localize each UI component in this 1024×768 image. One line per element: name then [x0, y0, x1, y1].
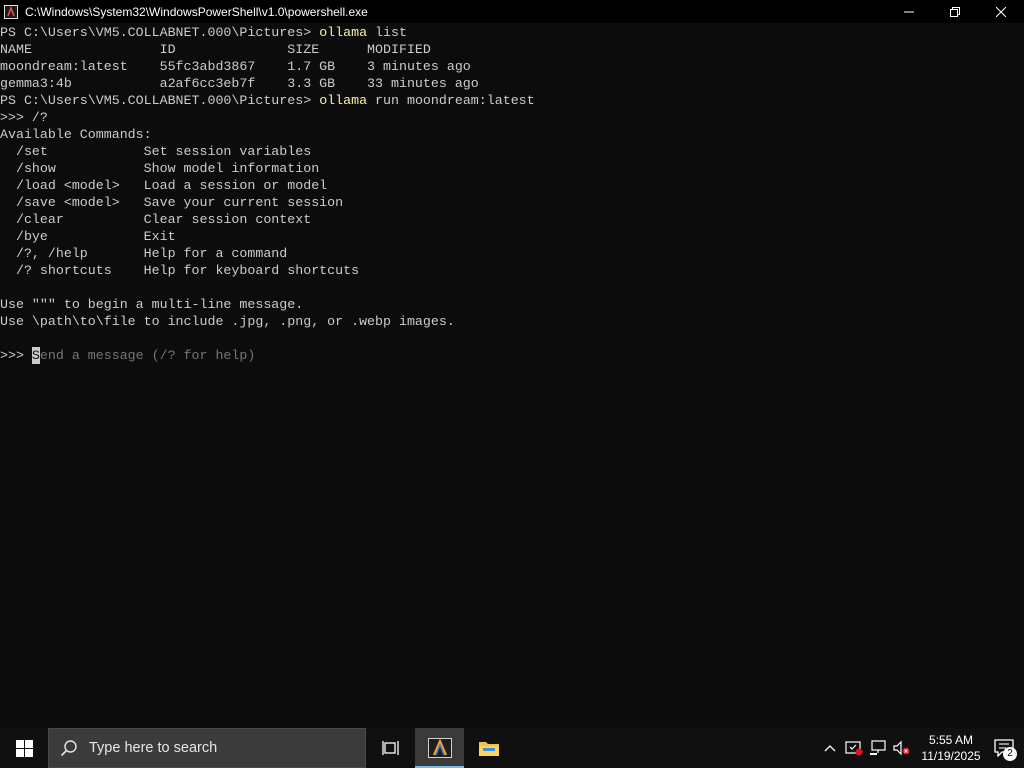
console-line: /load <model> Load a session or model: [0, 178, 328, 193]
taskbar-app-powershell[interactable]: [415, 728, 464, 768]
message-placeholder: end a message (/? for help): [39, 348, 256, 363]
taskbar-clock[interactable]: 5:55 AM 11/19/2025: [918, 732, 984, 764]
console-line: Use \path\to\file to include .jpg, .png,…: [0, 314, 455, 329]
restore-button[interactable]: [932, 0, 978, 23]
security-icon: [845, 741, 863, 756]
powershell-icon: [3, 4, 19, 20]
task-view-icon: [381, 741, 399, 755]
console-output[interactable]: PS C:\Users\VM5.COLLABNET.000\Pictures> …: [0, 23, 1024, 728]
notification-count-badge: 2: [1003, 747, 1017, 761]
input-prompt-line[interactable]: >>> Send a message (/? for help): [0, 347, 1024, 364]
action-center-button[interactable]: 2: [984, 728, 1024, 768]
network-tray-button[interactable]: [866, 728, 890, 768]
prompt-marker: >>>: [0, 348, 32, 363]
console-line: >>> /?: [0, 110, 48, 125]
chevron-up-icon: [824, 745, 836, 752]
command-name: ollama: [319, 25, 368, 40]
console-line: /set Set session variables: [0, 144, 312, 159]
restore-icon: [950, 6, 960, 17]
window-title-bar[interactable]: C:\Windows\System32\WindowsPowerShell\v1…: [0, 0, 1024, 23]
show-hidden-icons-button[interactable]: [818, 728, 842, 768]
system-tray: 5:55 AM 11/19/2025 2: [818, 728, 1024, 768]
taskbar-search-box[interactable]: Type here to search: [48, 728, 366, 768]
console-line: /? shortcuts Help for keyboard shortcuts: [0, 263, 360, 278]
security-tray-button[interactable]: [842, 728, 866, 768]
console-line: /clear Clear session context: [0, 212, 312, 227]
clock-time: 5:55 AM: [928, 733, 974, 747]
volume-muted-icon: [893, 740, 910, 756]
minimize-icon: [904, 11, 914, 12]
search-icon: [60, 738, 80, 758]
console-line: Available Commands:: [0, 127, 152, 142]
close-icon: [996, 6, 1006, 17]
volume-tray-button[interactable]: [890, 728, 914, 768]
command-args: run moondream:latest: [367, 93, 535, 108]
console-line: /bye Exit: [0, 229, 176, 244]
console-line: NAME ID SIZE MODIFIED: [0, 42, 431, 57]
taskbar: Type here to search 5:55 AM 11/19/2025 2: [0, 728, 1024, 768]
file-explorer-icon: [478, 742, 499, 756]
prompt-path: PS C:\Users\VM5.COLLABNET.000\Pictures>: [0, 93, 320, 108]
taskbar-app-file-explorer[interactable]: [464, 728, 513, 768]
search-placeholder: Type here to search: [89, 740, 218, 756]
console-line: gemma3:4b a2af6cc3eb7f 3.3 GB 33 minutes…: [0, 76, 479, 91]
windows-logo-icon: [15, 739, 33, 757]
command-name: ollama: [319, 93, 368, 108]
network-icon: [870, 740, 886, 755]
console-line: /save <model> Save your current session: [0, 195, 344, 210]
task-view-button[interactable]: [366, 728, 415, 768]
console-line: PS C:\Users\VM5.COLLABNET.000\Pictures> …: [0, 24, 1024, 41]
console-line: PS C:\Users\VM5.COLLABNET.000\Pictures> …: [0, 92, 1024, 109]
console-line: /show Show model information: [0, 161, 320, 176]
console-line: /?, /help Help for a command: [0, 246, 288, 261]
start-button[interactable]: [0, 728, 48, 768]
minimize-button[interactable]: [886, 0, 932, 23]
text-cursor: S: [31, 347, 40, 364]
command-args: list: [367, 25, 407, 40]
clock-date: 11/19/2025: [921, 749, 981, 763]
console-line: moondream:latest 55fc3abd3867 1.7 GB 3 m…: [0, 59, 471, 74]
close-button[interactable]: [978, 0, 1024, 23]
powershell-app-icon: [427, 738, 452, 758]
window-title: C:\Windows\System32\WindowsPowerShell\v1…: [25, 4, 368, 19]
console-line: Use """ to begin a multi-line message.: [0, 297, 304, 312]
prompt-path: PS C:\Users\VM5.COLLABNET.000\Pictures>: [0, 25, 320, 40]
